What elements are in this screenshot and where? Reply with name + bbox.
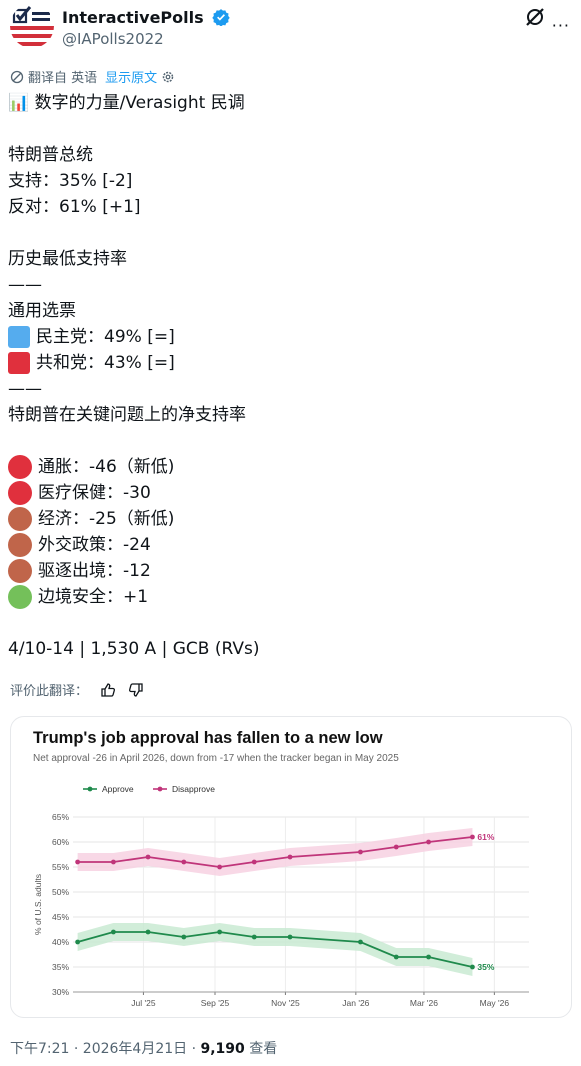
poll-meta: 4/10-14 | 1,530 A | GCB (RVs)	[8, 639, 260, 659]
red-circle-icon	[8, 481, 32, 505]
brown-circle-icon	[8, 559, 32, 583]
data-point	[251, 934, 257, 940]
rate-translation-label: 评价此翻译：	[10, 684, 89, 699]
data-point	[426, 954, 431, 960]
y-tick-label: 30%	[52, 987, 69, 997]
timestamp[interactable]: 下午7:21 · 2026年4月21日 ·	[10, 1041, 201, 1057]
issue-row: 医疗保健：-30	[8, 480, 568, 506]
y-tick-label: 50%	[52, 887, 69, 897]
y-tick-label: 45%	[52, 912, 69, 922]
confidence-band	[77, 923, 473, 976]
divider: ——	[8, 379, 42, 399]
show-original-link[interactable]: 显示原文	[105, 67, 157, 86]
data-point	[470, 834, 475, 840]
divider: ——	[8, 275, 42, 295]
president-heading: 特朗普总统	[8, 145, 93, 165]
confidence-band	[77, 828, 473, 876]
issue-row: 边境安全：+1	[8, 584, 568, 610]
data-point	[358, 939, 363, 945]
rate-translation: 评价此翻译：	[10, 680, 144, 699]
data-point	[358, 849, 363, 855]
y-tick-label: 35%	[52, 962, 69, 972]
display-name[interactable]: InteractivePolls	[62, 8, 230, 27]
translation-info: 翻译自 英语 显示原文	[10, 67, 175, 86]
poll-headline: 📊 数字的力量/Verasight 民调	[8, 93, 245, 113]
dem-line: 民主党：49% [=]	[8, 324, 568, 350]
y-tick-label: 55%	[52, 862, 69, 872]
issue-row: 通胀：-46（新低)	[8, 454, 568, 480]
data-point	[217, 929, 223, 935]
brown-circle-icon	[8, 507, 32, 531]
issue-row: 驱逐出境：-12	[8, 558, 568, 584]
disapprove-line: 反对：61% [+1]	[8, 197, 141, 217]
grok-icon[interactable]	[524, 6, 546, 32]
translated-from-label: 翻译自 英语	[28, 71, 98, 86]
avatar[interactable]	[10, 4, 54, 48]
data-point	[287, 854, 293, 860]
more-options-icon[interactable]: ···	[552, 16, 570, 35]
data-point	[393, 844, 399, 850]
end-value-label: 61%	[477, 832, 494, 842]
y-tick-label: 65%	[52, 812, 69, 822]
x-tick-label: Mar '26	[410, 998, 438, 1008]
legend-marker	[87, 786, 93, 792]
data-point	[426, 839, 431, 845]
handle[interactable]: @IAPolls2022	[62, 30, 164, 48]
data-point	[111, 929, 116, 935]
x-tick-label: Jan '26	[342, 998, 369, 1008]
legend-marker	[157, 786, 163, 792]
chart-image-card[interactable]: Trump's job approval has fallen to a new…	[10, 716, 572, 1018]
tweet-header: InteractivePolls @IAPolls2022 ···	[10, 4, 570, 52]
views-label: 查看	[244, 1041, 278, 1057]
x-tick-label: Nov '25	[271, 998, 300, 1008]
data-point	[75, 939, 81, 945]
legend-label: Disapprove	[172, 784, 215, 794]
y-axis-label: % of U.S. adults	[33, 874, 43, 935]
data-point	[145, 854, 151, 860]
tweet-footer: 下午7:21 · 2026年4月21日 · 9,190 查看	[10, 1038, 277, 1058]
end-value-label: 35%	[477, 962, 494, 972]
data-point	[287, 934, 293, 940]
y-tick-label: 60%	[52, 837, 69, 847]
data-point	[181, 934, 187, 940]
verified-badge-icon	[212, 9, 230, 26]
x-tick-label: May '26	[480, 998, 510, 1008]
data-point	[145, 929, 151, 935]
data-point	[217, 864, 223, 870]
issues-heading: 特朗普在关键问题上的净支持率	[8, 405, 246, 425]
red-square-icon	[8, 352, 30, 374]
brown-circle-icon	[8, 533, 32, 557]
rep-line: 共和党：43% [=]	[8, 350, 568, 376]
x-tick-label: Sep '25	[201, 998, 230, 1008]
data-point	[470, 964, 475, 970]
red-circle-icon	[8, 455, 32, 479]
avatar-flag-icon	[10, 4, 54, 48]
blue-square-icon	[8, 326, 30, 348]
data-point	[181, 859, 187, 865]
x-tick-label: Jul '25	[131, 998, 156, 1008]
tweet-text: 📊 数字的力量/Verasight 民调 特朗普总统 支持：35% [-2] 反…	[8, 90, 568, 662]
translate-icon	[10, 70, 24, 83]
issue-row: 经济：-25（新低)	[8, 506, 568, 532]
legend-label: Approve	[102, 784, 134, 794]
approve-line: 支持：35% [-2]	[8, 171, 133, 191]
data-point	[75, 859, 81, 865]
line-chart: 30% 35% 40% 45% 50% 55% 60% 65% Jul '25 Sep '25 No…	[33, 784, 529, 1008]
thumbs-down-icon[interactable]	[128, 682, 144, 698]
generic-ballot-heading: 通用选票	[8, 301, 76, 321]
data-point	[111, 859, 116, 865]
green-circle-icon	[8, 585, 32, 609]
issue-row: 外交政策：-24	[8, 532, 568, 558]
thumbs-up-icon[interactable]	[100, 682, 116, 698]
record-low-note: 历史最低支持率	[8, 249, 127, 269]
settings-gear-icon[interactable]	[161, 70, 175, 84]
y-tick-label: 40%	[52, 937, 69, 947]
data-point	[393, 954, 399, 960]
data-point	[251, 859, 257, 865]
view-count: 9,190	[200, 1041, 245, 1057]
